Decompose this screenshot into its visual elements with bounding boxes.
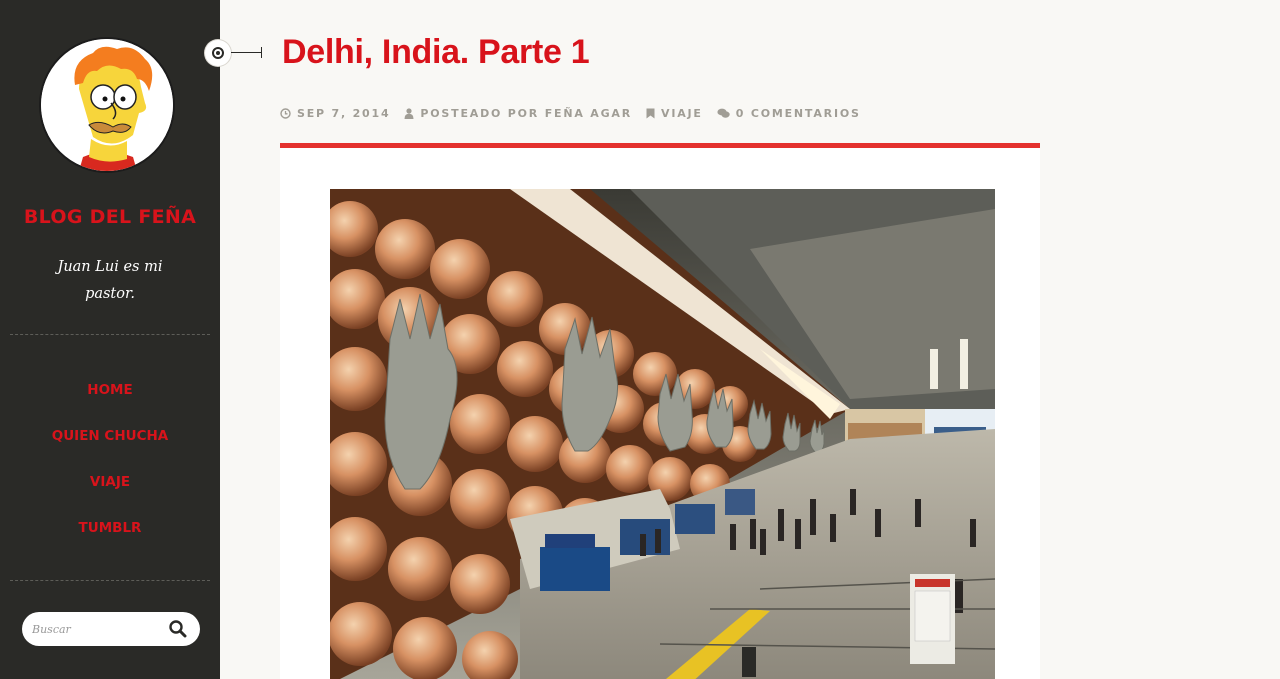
search-input[interactable] <box>32 618 162 640</box>
nav-item-viaje: VIAJE <box>0 468 220 514</box>
bookmark-icon <box>646 108 655 118</box>
nav-link-home[interactable]: HOME <box>87 382 132 398</box>
divider <box>10 580 210 581</box>
post-comments-link[interactable]: 0 COMENTARIOS <box>736 107 861 120</box>
post-content-card <box>280 143 1040 679</box>
nav-link-tumblr[interactable]: TUMBLR <box>79 520 142 536</box>
search-button[interactable] <box>167 618 189 640</box>
avatar[interactable] <box>39 37 175 173</box>
post-comments: 0 COMENTARIOS <box>717 107 861 120</box>
timeline-connector-cap <box>261 47 262 58</box>
main-navigation: HOME QUIEN CHUCHA VIAJE TUMBLR <box>0 376 220 560</box>
post-meta: SEP 7, 2014 POSTEADO POR FEÑA AGAR VIAJE… <box>280 106 875 120</box>
user-icon <box>404 107 414 119</box>
timeline-marker <box>205 40 231 66</box>
post-category: VIAJE <box>646 107 703 120</box>
post-author: POSTEADO POR FEÑA AGAR <box>404 107 632 120</box>
comments-icon <box>717 108 730 118</box>
nav-item-tumblr: TUMBLR <box>0 514 220 560</box>
nav-link-viaje[interactable]: VIAJE <box>90 474 130 490</box>
site-tagline: Juan Lui es mi pastor. <box>57 259 163 302</box>
timeline-connector <box>231 52 262 53</box>
nav-item-quien-chucha: QUIEN CHUCHA <box>0 422 220 468</box>
nav-link-quien-chucha[interactable]: QUIEN CHUCHA <box>52 428 169 444</box>
post-date: SEP 7, 2014 <box>280 107 390 120</box>
airport-hall-photo-icon <box>330 189 995 679</box>
clock-icon <box>280 107 291 119</box>
post-image[interactable] <box>330 189 995 679</box>
divider <box>10 334 210 335</box>
post-title[interactable]: Delhi, India. Parte 1 <box>282 33 590 72</box>
nav-item-home: HOME <box>0 376 220 422</box>
site-title[interactable]: BLOG DEL FEÑA <box>0 206 220 228</box>
post-category-link[interactable]: VIAJE <box>661 107 703 120</box>
search-box <box>22 612 200 646</box>
search-icon <box>169 620 187 638</box>
sidebar: BLOG DEL FEÑA Juan Lui es mi pastor. HOM… <box>0 0 220 679</box>
post-author-text[interactable]: POSTEADO POR FEÑA AGAR <box>420 107 632 120</box>
post-date-text: SEP 7, 2014 <box>297 106 391 120</box>
cartoon-face-avatar-icon <box>41 39 173 171</box>
